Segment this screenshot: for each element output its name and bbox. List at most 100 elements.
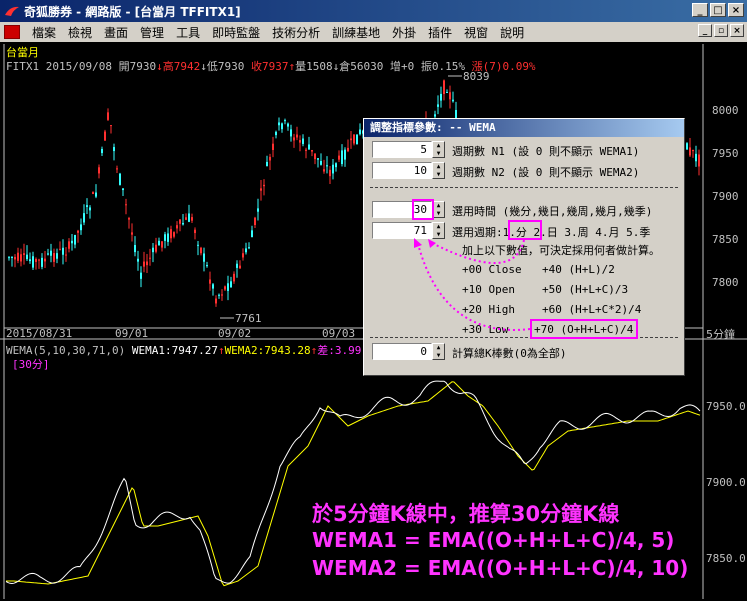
candle-body [134, 245, 136, 253]
annotation-line-3: WEMA2 = EMA((O+H+L+C)/4, 10) [312, 556, 689, 580]
highlight-period-choice [508, 220, 542, 240]
n1-spinner[interactable]: ▲ ▼ [432, 141, 445, 158]
candle-body [305, 149, 307, 151]
wema1-line [5, 380, 701, 585]
date-label: 2015/08/31 [6, 327, 72, 340]
document-menu-icon[interactable] [4, 25, 20, 39]
n2-input[interactable]: 10 [372, 162, 432, 179]
price-tick: 7850 [712, 233, 739, 246]
menu-window[interactable]: 視窗 [458, 24, 494, 41]
candle-body [47, 253, 49, 255]
candle-body [35, 258, 37, 262]
menu-view[interactable]: 檢視 [62, 24, 98, 41]
candle-body [89, 207, 91, 211]
candle-body [227, 283, 229, 291]
candle-body [329, 169, 331, 177]
candle-body [218, 294, 220, 296]
minimize-button[interactable]: _ [692, 3, 708, 17]
candle-body [50, 250, 52, 256]
menu-file[interactable]: 檔案 [26, 24, 62, 41]
candle-body [38, 259, 40, 261]
candle-body [83, 213, 85, 223]
menu-manage[interactable]: 管理 [134, 24, 170, 41]
menu-help[interactable]: 說明 [494, 24, 530, 41]
trough-label: 7761 [235, 312, 262, 325]
candle-body [14, 256, 16, 260]
candle-body [194, 229, 196, 234]
candle-body [119, 173, 121, 185]
indicator-tick: 7900.0 [706, 476, 746, 489]
menu-technical-analysis[interactable]: 技術分析 [266, 24, 326, 41]
candle-body [341, 150, 343, 165]
candle-body [251, 230, 253, 238]
candle-body [176, 225, 178, 229]
candle-body [92, 192, 94, 194]
candle-body [323, 169, 325, 172]
candle-body [80, 224, 82, 231]
candle-body [17, 252, 19, 261]
candle-body [158, 240, 160, 246]
n2-label: 週期數 N2 (設 0 則不顯示 WEMA2) [452, 166, 640, 179]
menu-training[interactable]: 訓練基地 [326, 24, 386, 41]
candle-body [62, 247, 64, 255]
candle-body [113, 147, 115, 152]
candle-body [173, 232, 175, 237]
candle-body [263, 184, 265, 187]
option-open: +10 Open [462, 283, 515, 296]
candle-body [44, 258, 46, 262]
candle-body [257, 208, 259, 212]
candle-body [53, 253, 55, 262]
quote-line: FITX1 2015/09/08 開7930↓高7942↓低7930 收7937… [6, 60, 536, 73]
close-button[interactable]: × [728, 3, 744, 17]
candle-body [299, 140, 301, 143]
candle-body [203, 253, 205, 262]
parameter-dialog[interactable]: 調整指標參數: -- WEMA 5 ▲ ▼ 週期數 N1 (設 0 則不顯示 WE… [363, 118, 685, 376]
candle-body [122, 188, 124, 191]
mdi-restore-button[interactable]: ▫ [714, 24, 728, 37]
period-spinner[interactable]: ▲ ▼ [432, 222, 445, 239]
menu-plugins[interactable]: 插件 [422, 24, 458, 41]
n1-input[interactable]: 5 [372, 141, 432, 158]
candle-body [182, 223, 184, 225]
dialog-title: 調整指標參數: -- WEMA [364, 119, 684, 137]
candle-body [104, 131, 106, 141]
n2-spinner[interactable]: ▲ ▼ [432, 162, 445, 179]
candle-body [86, 205, 88, 207]
date-label: 09/02 [218, 327, 251, 340]
candle-body [29, 259, 31, 262]
menu-addons[interactable]: 外掛 [386, 24, 422, 41]
candle-body [20, 254, 22, 262]
indicator-tick: 7850.0 [706, 552, 746, 565]
candle-body [116, 168, 118, 170]
candle-body [191, 217, 193, 221]
candle-body [11, 256, 13, 258]
indicator-values: WEMA(5,10,30,71,0) WEMA1:7947.27↑WEMA2:7… [6, 344, 362, 357]
period-label: 5分鐘 [706, 327, 735, 341]
option-hl2: +40 (H+L)/2 [542, 263, 615, 276]
menu-tools[interactable]: 工具 [170, 24, 206, 41]
count-spinner[interactable]: ▲ ▼ [432, 343, 445, 360]
candle-body [287, 123, 289, 127]
candle-body [65, 254, 67, 256]
maximize-button[interactable]: □ [710, 3, 726, 17]
candle-body [350, 138, 352, 141]
menu-live-monitor[interactable]: 即時監盤 [206, 24, 266, 41]
candle-body [143, 261, 145, 267]
mdi-close-button[interactable]: × [730, 24, 744, 37]
indicator-period: [30分] [12, 358, 50, 371]
candle-body [161, 241, 163, 248]
highlight-time [412, 199, 434, 220]
candle-body [314, 153, 316, 160]
menu-screen[interactable]: 畫面 [98, 24, 134, 41]
count-input[interactable]: 0 [372, 343, 432, 360]
mdi-minimize-button[interactable]: _ [698, 24, 712, 37]
period-input[interactable]: 71 [372, 222, 432, 239]
candle-body [695, 153, 697, 162]
menu-bar: 檔案 檢視 畫面 管理 工具 即時監盤 技術分析 訓練基地 外掛 插件 視窗 說… [0, 22, 747, 42]
price-tick: 8000 [712, 104, 739, 117]
candle-body [284, 120, 286, 122]
candle-body [359, 129, 361, 135]
candle-body [56, 253, 58, 259]
candle-body [449, 92, 451, 100]
candle-body [101, 148, 103, 154]
